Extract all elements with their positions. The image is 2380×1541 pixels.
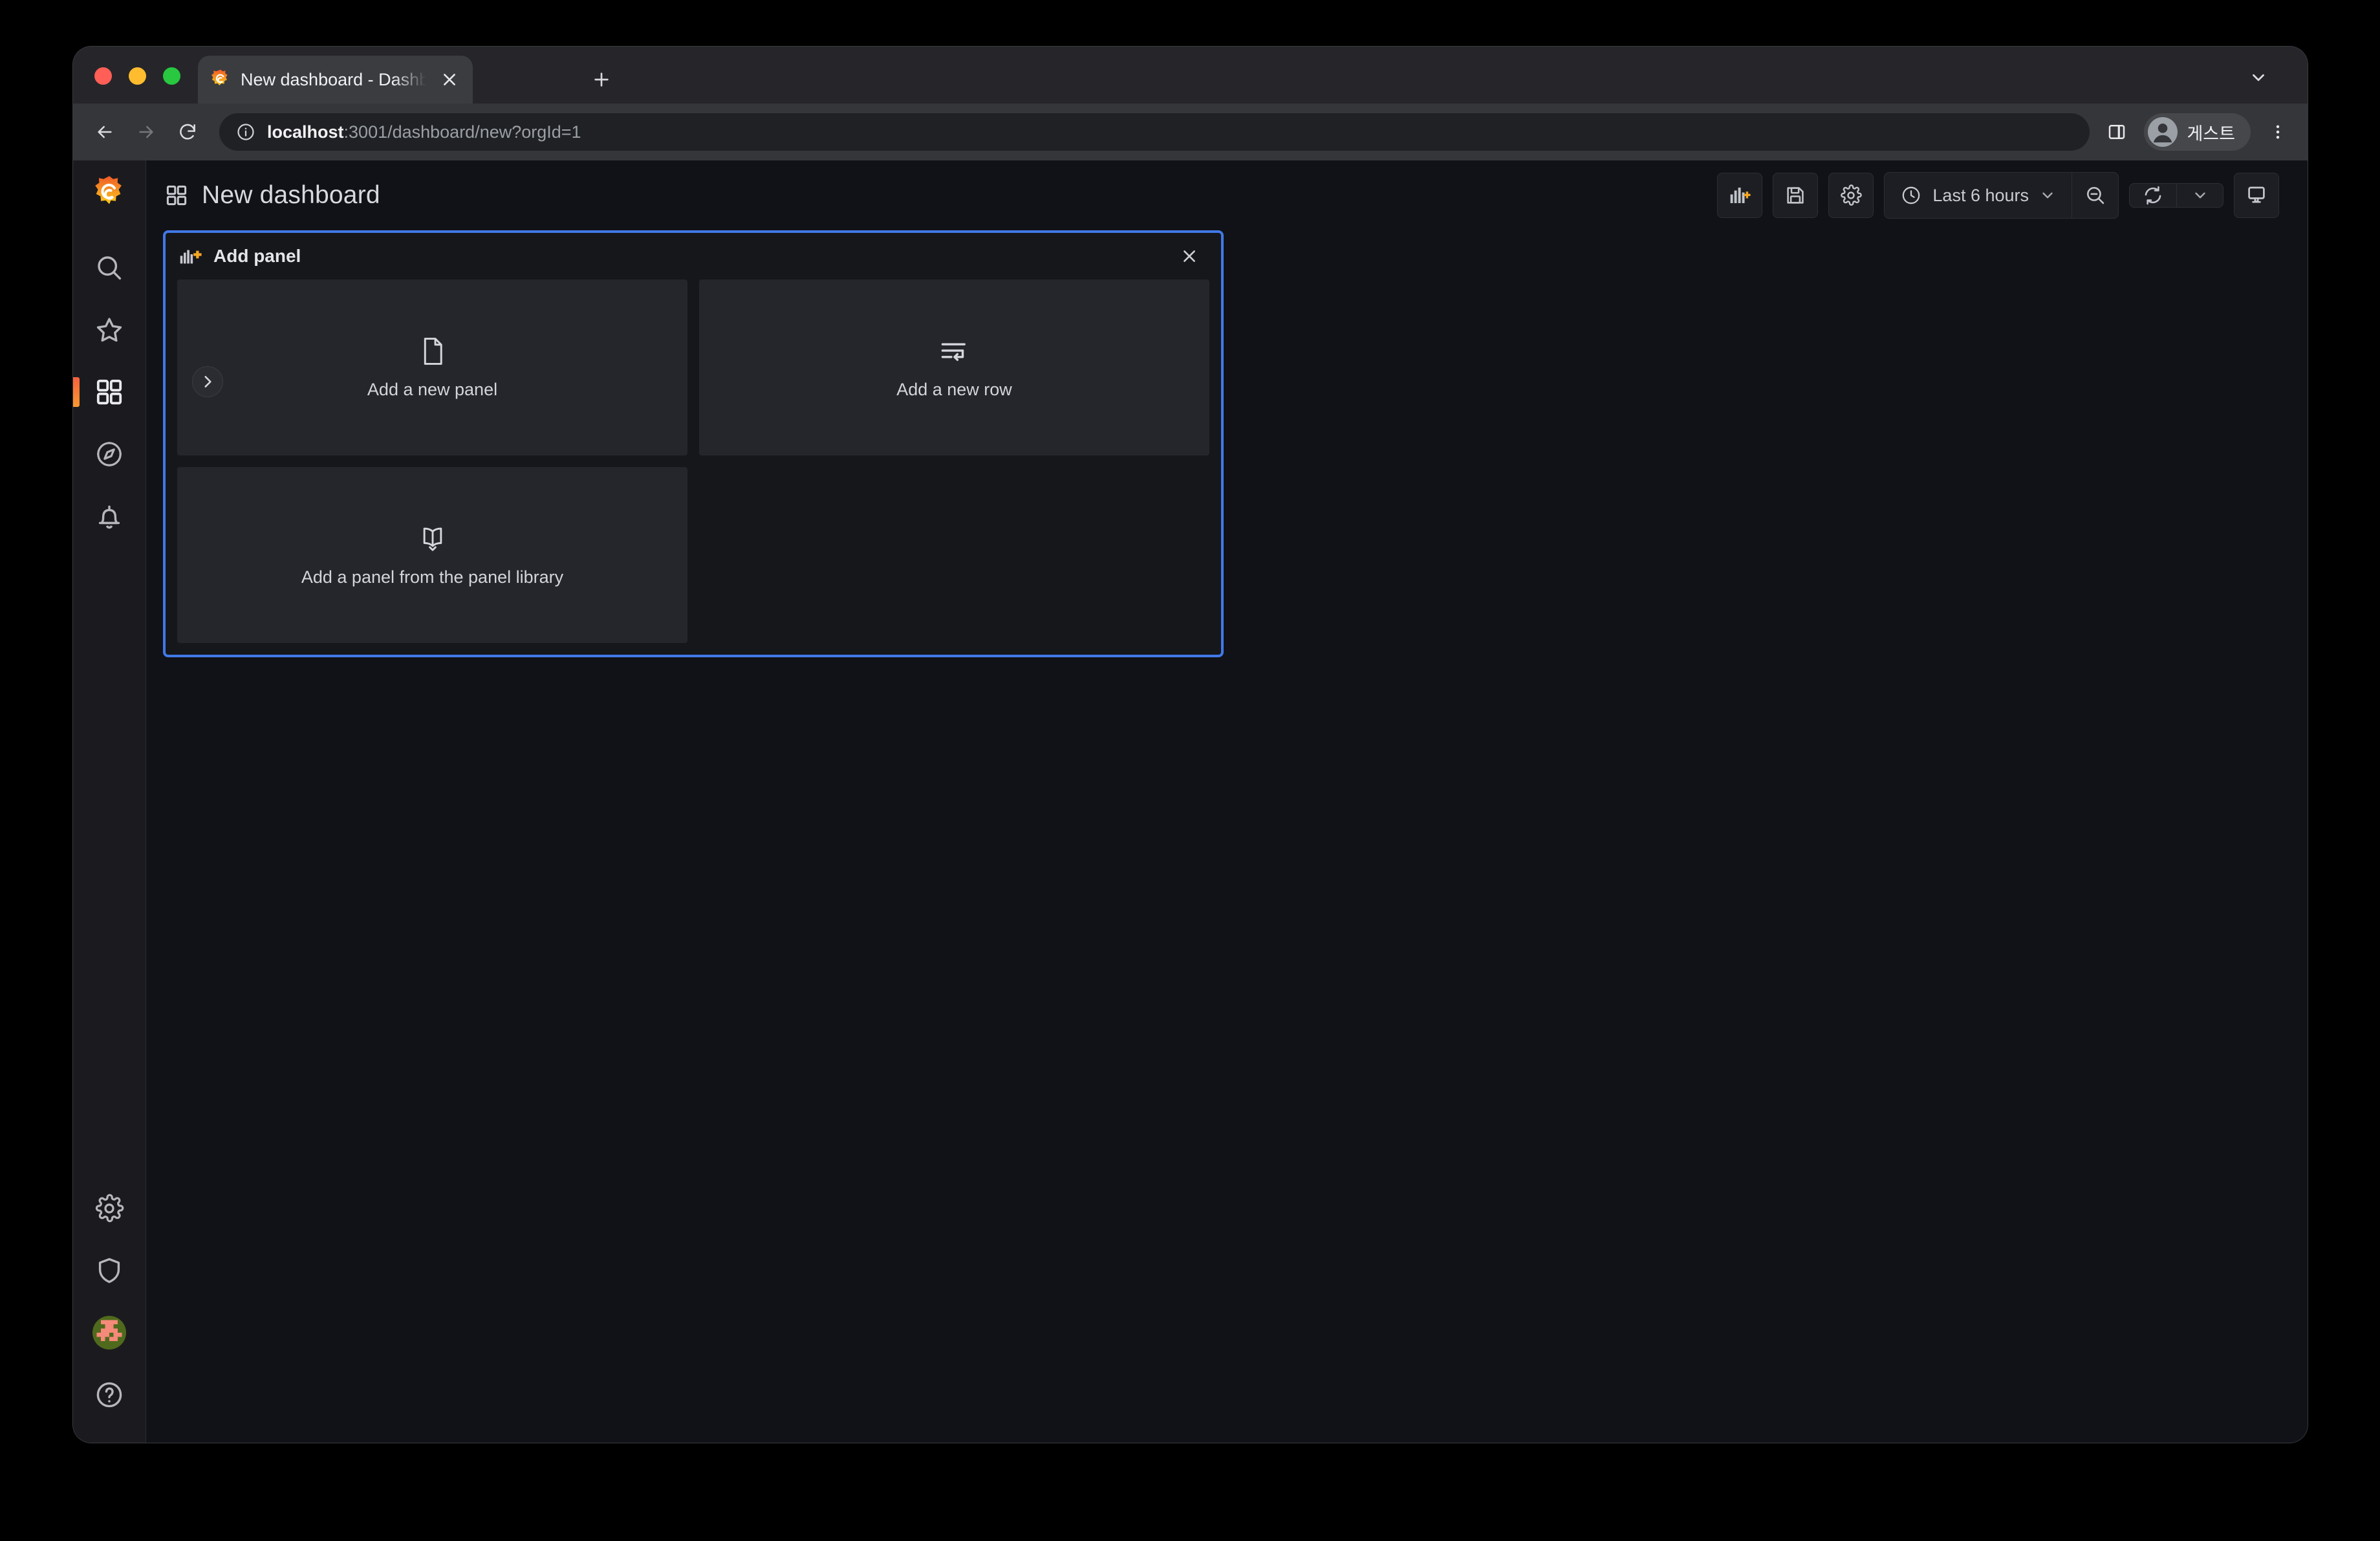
row-icon — [941, 342, 966, 361]
refresh-dashboard-button[interactable] — [2130, 184, 2176, 207]
address-bar[interactable]: localhost:3001/dashboard/new?orgId=1 — [219, 113, 2090, 151]
sidebar-item-alerting[interactable] — [73, 485, 146, 547]
info-circle-icon[interactable] — [236, 122, 255, 142]
refresh-icon — [2145, 186, 2161, 205]
grafana-sidebar — [73, 160, 223, 1443]
dashboard-main: New dashboard Last 6 hours Add panel Add… — [146, 160, 2308, 1443]
page-title: New dashboard — [202, 181, 380, 209]
add-new-row-option[interactable]: Add a new row — [699, 279, 1209, 455]
add-panel-widget-header: Add panel — [166, 233, 1221, 279]
side-panel-icon[interactable] — [2100, 115, 2134, 149]
tab-close-icon[interactable] — [435, 65, 464, 94]
add-panel-widget: Add panel Add a new panel Add a new row … — [163, 230, 1224, 657]
browser-tab[interactable]: New dashboard - Dashboards - — [198, 56, 473, 104]
chevron-down-icon — [2042, 192, 2053, 199]
kiosk-mode-button[interactable] — [2234, 173, 2279, 218]
breadcrumb[interactable]: New dashboard — [164, 181, 380, 210]
sidebar-item-server-admin[interactable] — [73, 1240, 146, 1302]
address-bar-url: localhost:3001/dashboard/new?orgId=1 — [267, 122, 581, 142]
profile-name: 게스트 — [2187, 124, 2235, 144]
book-open-icon — [423, 527, 442, 551]
person-avatar-icon — [2148, 117, 2178, 147]
time-range-label: Last 6 hours — [1932, 185, 2029, 205]
refresh-controls — [2129, 183, 2223, 208]
sidebar-item-dashboards[interactable] — [73, 361, 146, 423]
sidebar-item-search[interactable] — [73, 237, 146, 299]
dashboard-settings-button[interactable] — [1828, 173, 1874, 218]
dashboard-toolbar: Last 6 hours — [1717, 172, 2279, 219]
sidebar-item-starred[interactable] — [73, 299, 146, 361]
sidebar-item-profile[interactable] — [73, 1302, 146, 1364]
monitor-icon — [2248, 186, 2265, 203]
window-traffic-lights — [94, 67, 180, 85]
close-window-button[interactable] — [94, 67, 112, 85]
refresh-interval-chevron-down-icon[interactable] — [2176, 184, 2223, 207]
dashboard-canvas: Add panel Add a new panel Add a new row … — [146, 230, 2308, 1443]
add-new-panel-option[interactable]: Add a new panel — [177, 279, 687, 455]
url-path: :3001/dashboard/new?orgId=1 — [343, 122, 581, 142]
time-range-controls: Last 6 hours — [1884, 172, 2119, 219]
add-panel-icon — [1731, 188, 1751, 203]
maximize-window-button[interactable] — [163, 67, 180, 85]
add-from-library-label: Add a panel from the panel library — [301, 567, 564, 587]
profile-chip[interactable]: 게스트 — [2144, 113, 2251, 151]
browser-tab-title: New dashboard - Dashboards - — [241, 69, 426, 89]
sidebar-item-explore[interactable] — [73, 423, 146, 485]
three-dot-menu-icon[interactable] — [2261, 114, 2295, 150]
user-avatar-icon — [92, 1316, 126, 1350]
clock-icon — [1903, 186, 1920, 204]
grafana-app: New dashboard Last 6 hours Add panel Add… — [73, 160, 2308, 1443]
add-from-library-option[interactable]: Add a panel from the panel library — [177, 467, 687, 643]
add-panel-empty-slot — [699, 467, 1209, 643]
grafana-logo-icon[interactable] — [91, 175, 128, 212]
browser-tab-strip: New dashboard - Dashboards - — [73, 47, 2308, 104]
add-new-row-label: Add a new row — [896, 379, 1012, 399]
time-range-picker[interactable]: Last 6 hours — [1885, 173, 2072, 218]
sidebar-expand-chevron-right-icon[interactable] — [192, 366, 223, 397]
add-panel-widget-title: Add panel — [213, 246, 301, 266]
url-host: localhost — [267, 122, 344, 142]
dashboard-nav-toolbar: New dashboard Last 6 hours — [146, 160, 2308, 230]
minimize-window-button[interactable] — [129, 67, 146, 85]
zoom-out-time-range-button[interactable] — [2072, 173, 2118, 218]
browser-nav-bar: localhost:3001/dashboard/new?orgId=1 게스트 — [73, 104, 2308, 160]
tab-list-chevron-down-icon[interactable] — [2243, 62, 2274, 93]
browser-window: New dashboard - Dashboards - — [73, 47, 2308, 1443]
add-panel-widget-body: Add a new panel Add a new row Add a pane… — [166, 279, 1221, 655]
new-tab-button[interactable] — [584, 62, 619, 97]
forward-button[interactable] — [127, 113, 165, 151]
grafana-favicon-icon — [210, 69, 232, 91]
sidebar-item-configuration[interactable] — [73, 1177, 146, 1240]
back-button[interactable] — [86, 113, 124, 151]
magnifier-minus-icon — [2086, 187, 2104, 204]
add-panel-icon — [180, 246, 203, 266]
reload-button[interactable] — [169, 113, 206, 151]
save-dashboard-button[interactable] — [1773, 173, 1819, 218]
add-panel-button[interactable] — [1717, 173, 1763, 218]
dashboards-grid-icon — [164, 183, 189, 208]
add-new-panel-label: Add a new panel — [367, 379, 498, 399]
close-icon[interactable] — [1174, 241, 1204, 271]
sidebar-item-help[interactable] — [73, 1364, 146, 1426]
document-icon — [424, 337, 442, 365]
